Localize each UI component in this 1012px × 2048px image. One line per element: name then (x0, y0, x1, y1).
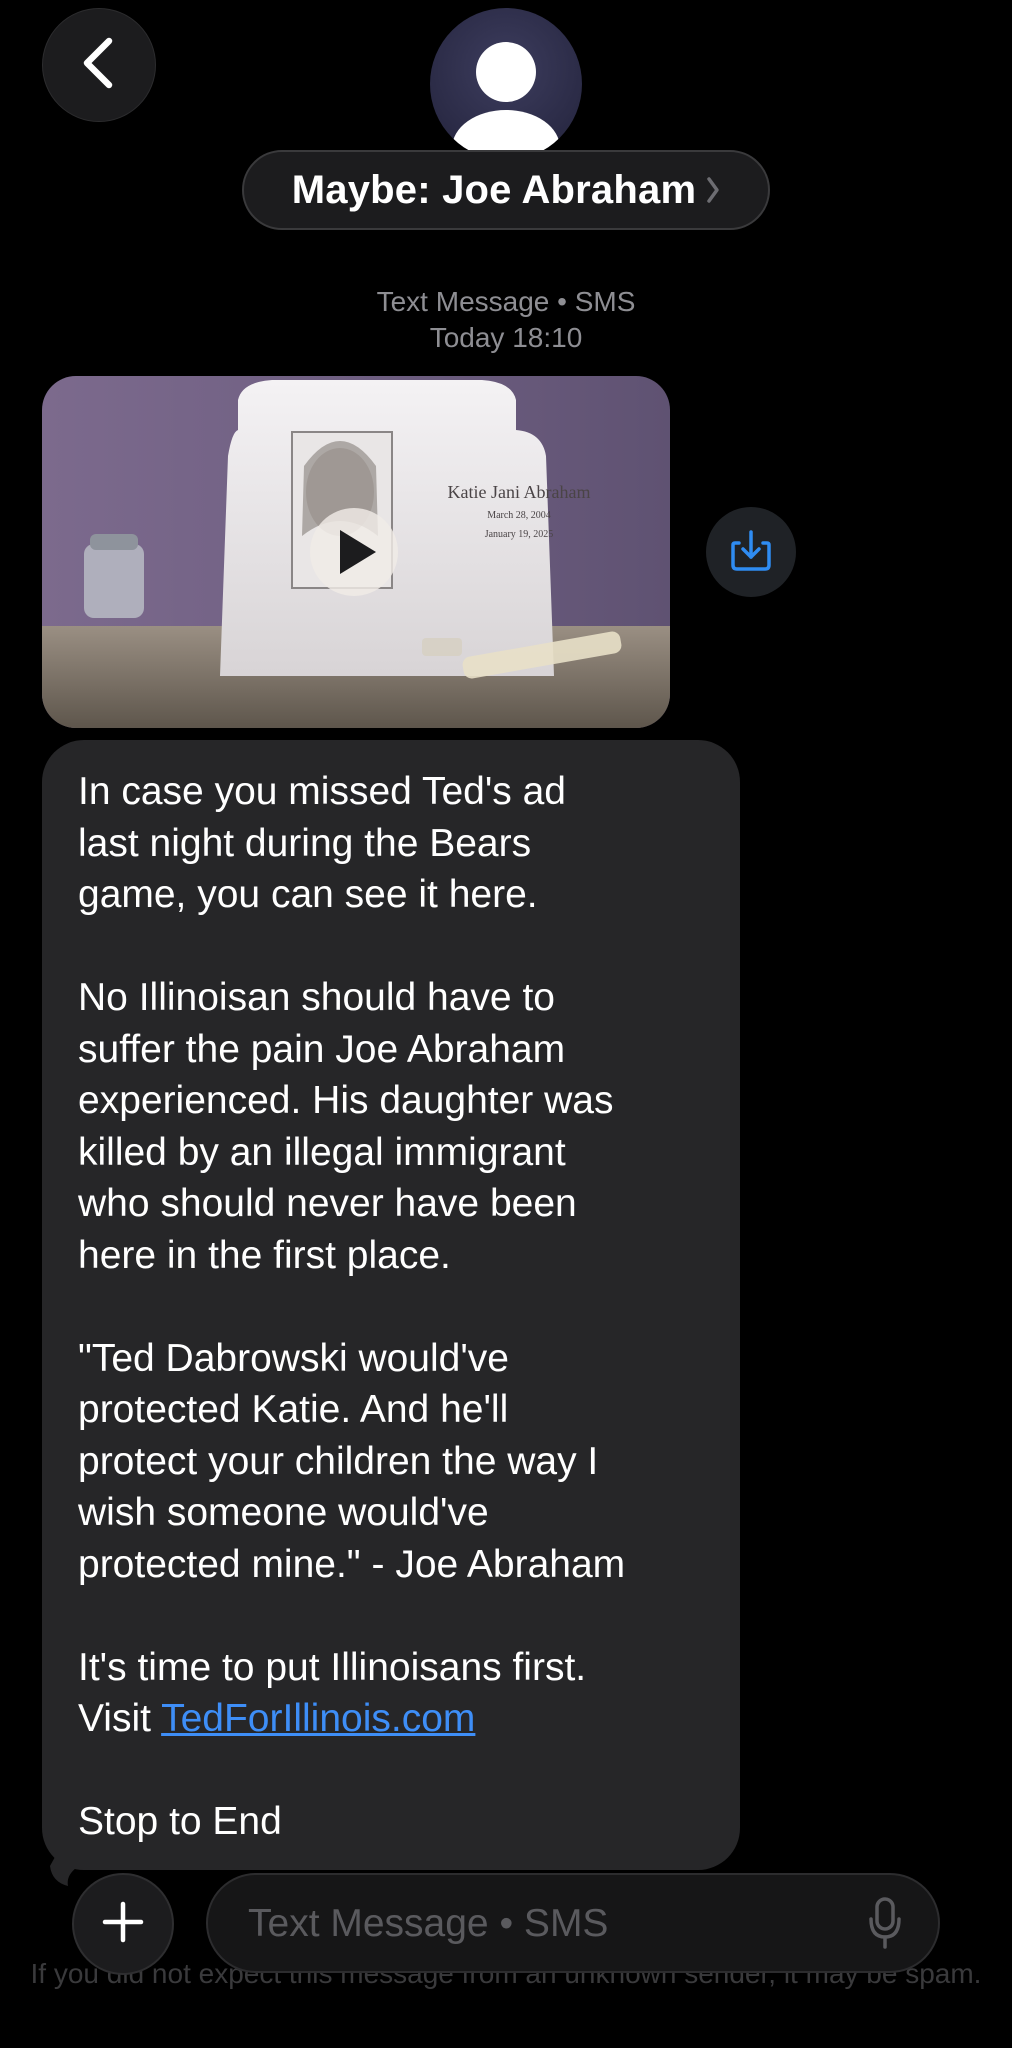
incoming-message-bubble: In case you missed Ted's ad last night d… (42, 740, 740, 1870)
plus-icon (101, 1900, 145, 1949)
message-paragraph-1: In case you missed Ted's ad last night d… (78, 770, 566, 916)
message-paragraph-4: It's time to put Illinoisans first. Visit… (78, 1642, 710, 1745)
download-icon (731, 529, 771, 576)
bubble-tail (36, 1838, 76, 1891)
save-video-button[interactable] (706, 507, 796, 597)
service-label: Text Message • SMS (376, 286, 636, 317)
message-paragraph-5: Stop to End (78, 1800, 282, 1843)
chevron-left-icon (79, 35, 119, 96)
microphone-icon[interactable] (868, 1897, 902, 1954)
message-input[interactable] (246, 1875, 830, 1973)
visit-text: Visit (78, 1697, 162, 1740)
play-icon (310, 508, 398, 596)
message-composer (206, 1873, 940, 1973)
message-timestamp: Today 18:10 (429, 322, 583, 353)
contact-name: Maybe: Joe Abraham (291, 167, 697, 212)
contact-name-button[interactable]: Maybe: Joe Abraham (242, 150, 770, 230)
video-attachment[interactable]: Katie Jani Abraham March 28, 2004 Januar… (42, 376, 670, 728)
message-paragraph-3: "Ted Dabrowski would've protected Katie.… (78, 1336, 626, 1586)
contact-avatar[interactable] (430, 8, 582, 160)
urn-name: Katie Jani Abraham (448, 482, 591, 502)
add-attachment-button[interactable] (72, 1873, 174, 1975)
website-link[interactable]: TedForIllinois.com (161, 1697, 475, 1740)
urn-birth-date: March 28, 2004 (487, 510, 551, 521)
chevron-right-icon (706, 175, 720, 210)
urn-death-date: January 19, 2025 (485, 529, 554, 540)
back-button[interactable] (42, 8, 156, 122)
message-paragraph-2: No Illinoisan should have to suffer the … (78, 976, 614, 1277)
message-paragraph-4-line1: It's time to put Illinoisans first. (78, 1645, 587, 1689)
